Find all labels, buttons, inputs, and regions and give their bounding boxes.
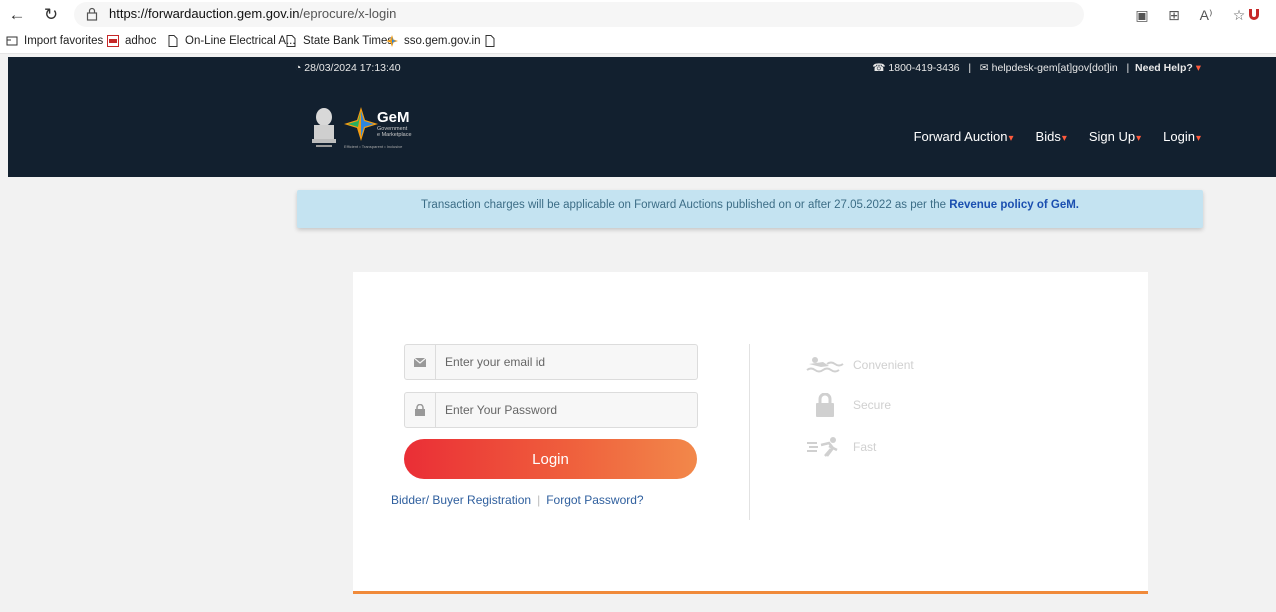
nav-login[interactable]: Login▾ [1163,129,1201,144]
gem-logo[interactable]: GeM Government e Marketplace Efficient •… [304,103,414,153]
nav-label: Forward Auction [913,129,1008,144]
contact-separator: | [962,62,977,74]
bookmarks-bar: Import favorites adhoc On-Line Electrica… [0,31,1276,54]
nav-label: Sign Up [1088,129,1136,144]
pdf-icon [107,35,119,47]
reader-view-icon[interactable]: ▣ [1132,5,1152,25]
transaction-charges-notice: Transaction charges will be applicable o… [297,190,1203,228]
runner-icon [803,434,847,460]
grid-icon[interactable]: ⊞ [1164,5,1184,25]
notice-text: Transaction charges will be applicable o… [421,199,950,211]
padlock-icon [405,393,436,427]
national-emblem-icon [312,108,336,147]
lock-icon [86,7,98,21]
password-field [404,392,698,428]
chevron-down-icon: ▾ [1195,62,1201,74]
forgot-password-link[interactable]: Forgot Password? [546,493,643,507]
bookmark-adhoc[interactable]: adhoc [107,35,156,47]
datetime: ◔ 28/03/2024 17:13:40 [295,62,401,74]
mail-icon: ✉ [979,62,989,74]
nav-bids[interactable]: Bids▾ [1036,129,1067,144]
nav-label: Bids [1035,129,1061,144]
bookmark-online-electrical[interactable]: On-Line Electrical A... [167,35,296,47]
page-icon [286,35,296,47]
vertical-divider [749,344,750,520]
feature-label: Secure [853,398,892,412]
email-input[interactable] [445,352,685,372]
login-links: Bidder/ Buyer Registration | Forgot Passwo… [391,493,644,507]
logo-name: GeM [377,109,410,126]
chevron-down-icon: ▾ [1195,133,1201,144]
gem-star-icon [344,107,378,141]
revenue-policy-link[interactable]: Revenue policy of GeM. [949,199,1079,211]
need-help-link[interactable]: Need Help? ▾ [1135,62,1201,74]
nav-sign-up[interactable]: Sign Up▾ [1089,129,1141,144]
feature-fast: Fast [803,434,876,460]
links-separator: | [537,493,541,507]
login-card: Login Bidder/ Buyer Registration | Forgot … [353,272,1148,594]
bookmark-import-favorites[interactable]: Import favorites [6,35,103,47]
need-help-label: Need Help? [1135,62,1193,74]
bookmark-label: State Bank Times [303,35,394,47]
page-icon [168,35,178,47]
feature-convenient: Convenient [803,352,914,378]
url-host: https://forwardauction.gem.gov.in [109,6,300,21]
feature-secure: Secure [803,392,891,418]
clock-icon: ◔ [295,62,302,74]
extension-shield-icon[interactable] [1244,5,1264,25]
registration-link[interactable]: Bidder/ Buyer Registration [391,493,531,507]
email-field [404,344,698,380]
browser-toolbar: ← ↻ https://forwardauction.gem.gov.in/ep… [0,0,1276,31]
padlock-icon [803,392,847,418]
datetime-text: 28/03/2024 17:13:40 [304,62,401,74]
feature-label: Fast [853,440,877,454]
chevron-down-icon: ▾ [1008,133,1014,144]
login-button[interactable]: Login [404,439,697,479]
nav-label: Login [1163,129,1195,144]
contact-bar: ☎ 1800-419-3436 | ✉ helpdesk-gem[at]gov[… [872,62,1201,74]
address-bar[interactable]: https://forwardauction.gem.gov.in/eprocu… [74,2,1084,27]
bookmark-label: On-Line Electrical A... [185,35,296,47]
bookmark-untitled[interactable] [484,35,502,47]
logo-tagline: Efficient • Transparent • Inclusive [344,144,403,149]
swimmer-icon [803,352,847,378]
main-nav: Forward Auction▾ Bids▾ Sign Up▾ Login▾ [914,129,1201,144]
phone-icon: ☎ [872,62,886,74]
bookmark-label: sso.gem.gov.in [404,35,481,47]
import-icon [6,36,18,46]
read-aloud-icon[interactable]: A⁾ [1196,5,1216,25]
password-input[interactable] [445,400,685,420]
chevron-down-icon: ▾ [1136,133,1142,144]
email-address[interactable]: helpdesk-gem[at]gov[dot]in [992,62,1118,74]
bookmark-label: adhoc [125,35,157,47]
page-icon [485,35,495,47]
site-header: ◔ 28/03/2024 17:13:40 ☎ 1800-419-3436 | … [8,57,1276,177]
bookmark-label: Import favorites [24,35,104,47]
gem-star-icon [386,35,398,47]
phone-number: 1800-419-3436 [888,62,960,74]
contact-separator: | [1120,62,1133,74]
envelope-icon [405,345,436,379]
url-text: https://forwardauction.gem.gov.in/eprocu… [109,6,396,21]
refresh-icon[interactable]: ↻ [40,4,62,26]
chevron-down-icon: ▾ [1061,133,1067,144]
bookmark-sso-gem[interactable]: sso.gem.gov.in [386,35,481,47]
logo-line2: e Marketplace [377,132,412,138]
feature-label: Convenient [853,358,914,372]
bookmark-state-bank-times[interactable]: State Bank Times [285,35,393,47]
back-arrow-icon[interactable]: ← [6,4,28,26]
url-path: /eprocure/x-login [299,6,397,21]
nav-forward-auction[interactable]: Forward Auction▾ [914,129,1014,144]
